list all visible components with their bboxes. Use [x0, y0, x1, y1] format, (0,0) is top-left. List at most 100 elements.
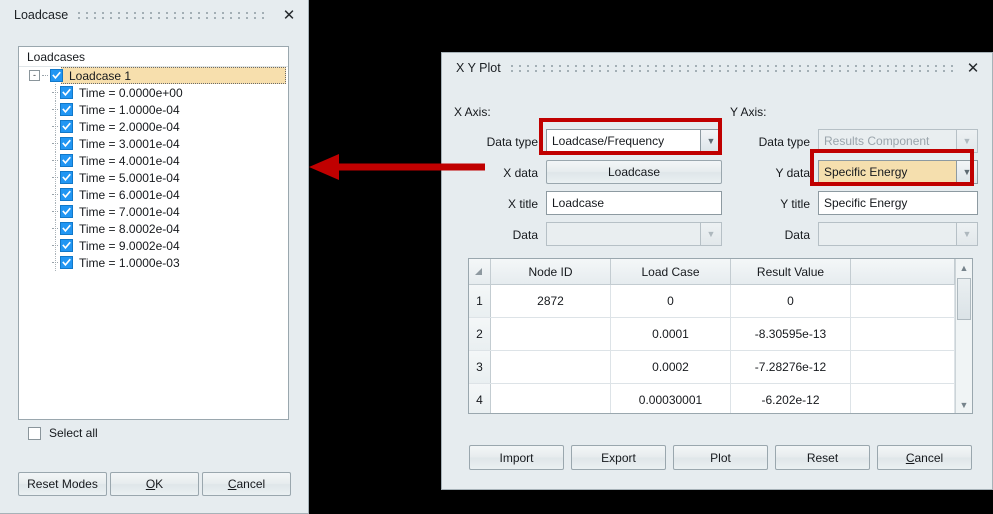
- cell-result-value[interactable]: 0: [731, 285, 851, 317]
- cell-result-value[interactable]: -6.202e-12: [731, 384, 851, 413]
- reset-modes-label: Reset Modes: [27, 477, 98, 491]
- y-data-value: Specific Energy: [818, 160, 956, 184]
- checkbox-time-item[interactable]: [60, 120, 73, 133]
- x-extra-data-label: Data: [512, 228, 538, 242]
- tree-root-loadcase-1[interactable]: - Loadcase 1: [19, 67, 288, 84]
- collapse-icon[interactable]: -: [29, 70, 40, 81]
- reset-modes-button[interactable]: Reset Modes: [18, 472, 107, 496]
- export-button[interactable]: Export: [571, 445, 666, 470]
- cancel-button[interactable]: Cancel: [877, 445, 972, 470]
- ok-button[interactable]: OK: [110, 472, 199, 496]
- y-data-type-label: Data type: [758, 135, 810, 149]
- cell-node-id[interactable]: [491, 351, 611, 383]
- titlebar-gripper: [510, 64, 954, 74]
- close-icon[interactable]: ✕: [278, 4, 300, 26]
- close-icon[interactable]: ✕: [962, 57, 984, 79]
- y-axis-group-label: Y Axis:: [730, 105, 767, 119]
- chevron-down-icon: ▼: [956, 222, 978, 246]
- checkbox-time-item[interactable]: [60, 103, 73, 116]
- select-all-row[interactable]: Select all: [20, 426, 98, 440]
- cell-load-case[interactable]: 0.0001: [611, 318, 731, 350]
- cell-load-case[interactable]: 0: [611, 285, 731, 317]
- table-row[interactable]: 2 0.0001 -8.30595e-13: [469, 318, 955, 351]
- row-number[interactable]: 4: [469, 384, 491, 413]
- checkbox-time-item[interactable]: [60, 239, 73, 252]
- loadcases-listbox[interactable]: Loadcases - Loadcase 1 Time = 0.0000e+00…: [18, 46, 289, 420]
- chevron-down-icon[interactable]: ▼: [956, 396, 972, 413]
- row-number[interactable]: 3: [469, 351, 491, 383]
- tree-item-time[interactable]: Time = 6.0001e-04: [19, 186, 288, 203]
- checkbox-loadcase-1[interactable]: [50, 69, 63, 82]
- column-header-node-id[interactable]: Node ID: [491, 259, 611, 284]
- y-extra-data-label: Data: [784, 228, 810, 242]
- checkbox-time-item[interactable]: [60, 86, 73, 99]
- checkbox-time-item[interactable]: [60, 205, 73, 218]
- cell-result-value[interactable]: -8.30595e-13: [731, 318, 851, 350]
- cell-load-case[interactable]: 0.0002: [611, 351, 731, 383]
- column-header-load-case[interactable]: Load Case: [611, 259, 731, 284]
- xyplot-titlebar[interactable]: X Y Plot ✕: [442, 53, 992, 83]
- tree-connector: [52, 159, 58, 162]
- cancel-button[interactable]: Cancel: [202, 472, 291, 496]
- x-data-button[interactable]: Loadcase: [546, 160, 722, 184]
- cell-result-value[interactable]: -7.28276e-12: [731, 351, 851, 383]
- tree-item-time[interactable]: Time = 4.0001e-04: [19, 152, 288, 169]
- x-title-label: X title: [507, 197, 538, 211]
- cell-load-case[interactable]: 0.00030001: [611, 384, 731, 413]
- table-row[interactable]: 1 2872 0 0: [469, 285, 955, 318]
- table-select-all-corner[interactable]: [469, 259, 491, 284]
- loadcase-tree: - Loadcase 1 Time = 0.0000e+00 Time = 1.0…: [19, 67, 288, 271]
- chevron-down-icon[interactable]: ▼: [956, 160, 978, 184]
- tree-connector: [52, 261, 58, 264]
- tree-item-time[interactable]: Time = 1.0000e-04: [19, 101, 288, 118]
- titlebar-gripper: [78, 11, 270, 21]
- import-label: Import: [499, 450, 534, 465]
- plot-button[interactable]: Plot: [673, 445, 768, 470]
- checkbox-time-item[interactable]: [60, 171, 73, 184]
- tree-item-label: Time = 0.0000e+00: [79, 85, 183, 100]
- tree-item-time[interactable]: Time = 7.0001e-04: [19, 203, 288, 220]
- row-number[interactable]: 2: [469, 318, 491, 350]
- x-data-type-combo[interactable]: Loadcase/Frequency ▼: [546, 129, 722, 153]
- select-all-checkbox[interactable]: [28, 426, 41, 440]
- tree-item-time[interactable]: Time = 5.0001e-04: [19, 169, 288, 186]
- chevron-up-icon[interactable]: ▲: [956, 259, 972, 276]
- tree-item-time[interactable]: Time = 9.0002e-04: [19, 237, 288, 254]
- chevron-down-icon[interactable]: ▼: [700, 129, 722, 153]
- checkbox-time-item[interactable]: [60, 154, 73, 167]
- cell-node-id[interactable]: [491, 318, 611, 350]
- tree-item-time[interactable]: Time = 2.0000e-04: [19, 118, 288, 135]
- tree-connector: [52, 125, 58, 128]
- checkbox-time-item[interactable]: [60, 222, 73, 235]
- reset-button[interactable]: Reset: [775, 445, 870, 470]
- column-header-blank: [851, 259, 955, 284]
- checkbox-time-item[interactable]: [60, 188, 73, 201]
- tree-item-time[interactable]: Time = 1.0000e-03: [19, 254, 288, 271]
- scrollbar-thumb[interactable]: [957, 278, 971, 320]
- y-data-combo[interactable]: Specific Energy ▼: [818, 160, 978, 184]
- import-button[interactable]: Import: [469, 445, 564, 470]
- tree-children: Time = 0.0000e+00 Time = 1.0000e-04 Time =…: [19, 84, 288, 271]
- checkbox-time-item[interactable]: [60, 256, 73, 269]
- x-title-input[interactable]: Loadcase: [546, 191, 722, 215]
- column-header-result-value[interactable]: Result Value: [731, 259, 851, 284]
- tree-item-time[interactable]: Time = 8.0002e-04: [19, 220, 288, 237]
- table-row[interactable]: 3 0.0002 -7.28276e-12: [469, 351, 955, 384]
- cell-node-id[interactable]: 2872: [491, 285, 611, 317]
- checkbox-time-item[interactable]: [60, 137, 73, 150]
- results-table[interactable]: Node ID Load Case Result Value 1 2872 0 0 2 0…: [468, 258, 973, 414]
- cell-node-id[interactable]: [491, 384, 611, 413]
- tree-item-time[interactable]: Time = 3.0001e-04: [19, 135, 288, 152]
- row-number[interactable]: 1: [469, 285, 491, 317]
- y-title-label: Y title: [780, 197, 810, 211]
- tree-item-label: Time = 1.0000e-03: [79, 255, 180, 270]
- table-vertical-scrollbar[interactable]: ▲ ▼: [955, 259, 972, 413]
- tree-item-time[interactable]: Time = 0.0000e+00: [19, 84, 288, 101]
- reset-label: Reset: [806, 450, 839, 465]
- table-row[interactable]: 4 0.00030001 -6.202e-12: [469, 384, 955, 413]
- scrollbar-track[interactable]: [956, 276, 972, 396]
- table-header-row: Node ID Load Case Result Value: [469, 259, 955, 285]
- tree-item-label: Time = 1.0000e-04: [79, 102, 180, 117]
- y-title-input[interactable]: Specific Energy: [818, 191, 978, 215]
- loadcase-titlebar[interactable]: Loadcase ✕: [0, 0, 308, 30]
